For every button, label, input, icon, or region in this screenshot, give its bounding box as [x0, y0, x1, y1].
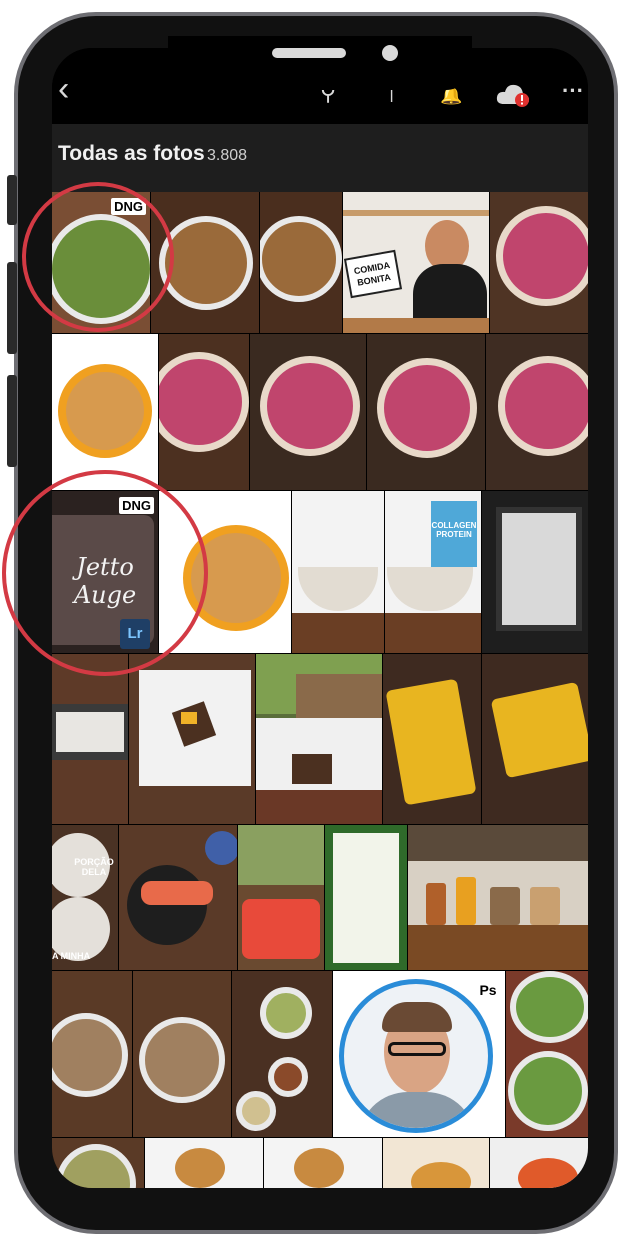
collagen-label: COLLAGEN PROTEIN: [431, 501, 477, 567]
photo-tile-smoothie-3[interactable]: [250, 334, 366, 490]
more-icon[interactable]: ···: [562, 80, 584, 102]
minha-text: A MINHA: [52, 951, 91, 961]
photo-grid: DNG COMIDA BONITA Jetto Auge DNG Lr COLL…: [52, 192, 588, 1188]
photo-tile-row7-1[interactable]: [52, 1138, 144, 1188]
photo-tile-row7-3[interactable]: [264, 1138, 382, 1188]
photo-count: 3.808: [207, 147, 248, 164]
photo-tile-porcao[interactable]: PORÇÃO DELA A MINHA: [52, 825, 118, 970]
sign-text: COMIDA BONITA: [343, 249, 403, 299]
photo-tile-salad-2[interactable]: [506, 971, 588, 1137]
photo-tile-tablet[interactable]: [482, 491, 588, 653]
page-title: Todas as fotos: [58, 142, 205, 165]
volume-down-button: [7, 375, 17, 467]
speaker: [272, 48, 346, 58]
photo-tile-smoothie-2[interactable]: [159, 334, 249, 490]
photo-tile-white-board[interactable]: [129, 654, 255, 824]
annotation-circle: [22, 182, 174, 332]
photo-tile-row7-2[interactable]: [145, 1138, 263, 1188]
photo-tile-toasts-1[interactable]: [119, 825, 237, 970]
photo-tile-smoothie-5[interactable]: [486, 334, 588, 490]
photo-tile-spice-jars[interactable]: [408, 825, 588, 970]
mute-switch: [7, 175, 17, 225]
photo-tile-polenta-2[interactable]: [482, 654, 588, 824]
cloud-alert-icon[interactable]: [496, 82, 532, 108]
photo-tile-orange-cake-1[interactable]: [52, 334, 158, 490]
photo-tile-waffles-2[interactable]: [260, 192, 342, 333]
photo-tile-menu-card[interactable]: [325, 825, 407, 970]
photo-tile-smoothie-1[interactable]: [490, 192, 588, 333]
phone-notch: [168, 36, 472, 90]
back-icon[interactable]: ‹: [58, 72, 69, 106]
photo-tile-plate-1[interactable]: [52, 971, 132, 1137]
photo-tile-collagen-1[interactable]: [292, 491, 384, 653]
annotation-circle: [2, 470, 208, 676]
photo-tile-toasts-2[interactable]: [238, 825, 324, 970]
title-bar: Todas as fotos 3.808: [52, 124, 588, 192]
photo-tile-row7-5[interactable]: [490, 1138, 588, 1188]
photo-tile-profile[interactable]: Ps: [333, 971, 505, 1137]
porcao-text: PORÇÃO DELA: [74, 857, 114, 877]
photo-tile-plate-2[interactable]: [133, 971, 231, 1137]
photo-tile-polenta-1[interactable]: [383, 654, 481, 824]
photo-tile-laptop[interactable]: [52, 654, 128, 824]
photo-tile-collagen-2[interactable]: COLLAGEN PROTEIN: [385, 491, 481, 653]
photo-tile-garden-table[interactable]: [256, 654, 382, 824]
photoshop-badge: Ps: [475, 977, 501, 1003]
volume-up-button: [7, 262, 17, 354]
photo-tile-row7-4[interactable]: [383, 1138, 489, 1188]
photo-tile-portrait-sign[interactable]: COMIDA BONITA: [343, 192, 489, 333]
front-camera: [382, 45, 398, 61]
photo-tile-smoothie-4[interactable]: [367, 334, 485, 490]
photo-tile-bowls[interactable]: [232, 971, 332, 1137]
